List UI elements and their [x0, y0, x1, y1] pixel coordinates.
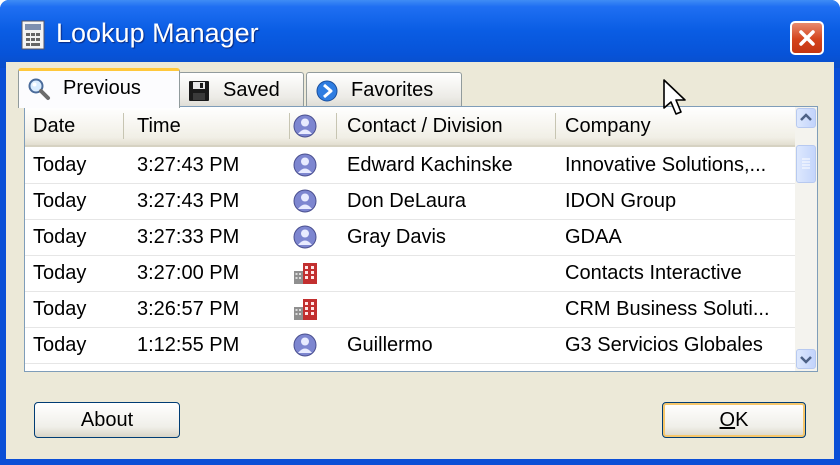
time-cell: 3:27:33 PM	[137, 226, 240, 248]
magnifier-icon	[28, 78, 50, 100]
time-cell: 1:12:55 PM	[137, 334, 240, 356]
date-cell: Today	[33, 262, 87, 284]
window-title: Lookup Manager	[56, 18, 259, 48]
scroll-thumb[interactable]	[796, 145, 816, 183]
date-cell: Today	[33, 298, 87, 320]
table-row[interactable]: Today 3:26:57 PM CRM Business Soluti...	[25, 291, 795, 328]
lookup-history-grid[interactable]: Date Time Contact / Division Company Tod…	[24, 106, 818, 372]
company-cell: Innovative Solutions,...	[565, 154, 767, 176]
contact-cell: Gray Davis	[347, 226, 446, 248]
time-cell: 3:27:43 PM	[137, 190, 240, 212]
contact-cell	[347, 291, 553, 327]
date-cell: Today	[33, 190, 87, 212]
table-row[interactable]: Today 1:12:55 PM Guillermo G3 Servicios Glo…	[25, 327, 795, 364]
company-cell: GDAA	[565, 226, 622, 248]
contact-icon	[293, 189, 317, 213]
contact-icon	[293, 333, 317, 357]
contact-cell	[347, 255, 553, 291]
tab-saved[interactable]: Saved	[178, 72, 304, 108]
scroll-down-button[interactable]	[796, 349, 816, 369]
column-header-contact-division[interactable]: Contact / Division	[339, 107, 557, 145]
table-row[interactable]: Today 3:27:43 PM Don DeLaura IDON Group	[25, 183, 795, 220]
company-cell: G3 Servicios Globales	[565, 334, 763, 356]
contact-icon	[293, 225, 317, 249]
contact-icon	[293, 153, 317, 177]
date-cell: Today	[33, 334, 87, 356]
column-divider[interactable]	[336, 113, 337, 139]
company-cell: CRM Business Soluti...	[565, 298, 770, 320]
type-cell	[291, 147, 335, 183]
mouse-cursor-icon	[663, 79, 686, 115]
title-bar[interactable]: Lookup Manager	[0, 0, 840, 68]
tab-previous[interactable]: Previous	[18, 68, 180, 108]
window-app-icon	[21, 20, 45, 50]
column-divider[interactable]	[123, 113, 124, 139]
company-icon	[294, 263, 317, 284]
column-header-date[interactable]: Date	[25, 107, 123, 145]
contact-cell: Don DeLaura	[347, 190, 466, 212]
company-icon	[294, 299, 317, 320]
about-button[interactable]: About	[34, 402, 180, 438]
time-cell: 3:26:57 PM	[137, 298, 240, 320]
window-client-area: Previous Saved Favorites Date Time Conta…	[6, 62, 834, 459]
contact-cell: Edward Kachinske	[347, 154, 513, 176]
table-row[interactable]: Today 3:27:00 PM Contacts Interactive	[25, 255, 795, 292]
tab-previous-label: Previous	[63, 77, 141, 99]
tab-saved-label: Saved	[223, 79, 280, 101]
table-row[interactable]: Today 3:27:33 PM Gray Davis GDAA	[25, 219, 795, 256]
blue-arrow-circle-icon	[316, 80, 338, 102]
type-cell	[291, 327, 335, 363]
ok-button[interactable]: OK	[662, 402, 806, 438]
scroll-up-button[interactable]	[796, 108, 816, 128]
floppy-disk-icon	[189, 81, 209, 101]
type-cell	[291, 219, 335, 255]
time-cell: 3:27:43 PM	[137, 154, 240, 176]
contact-icon	[293, 114, 317, 138]
column-divider[interactable]	[555, 113, 556, 139]
company-cell: IDON Group	[565, 190, 677, 212]
type-cell	[291, 255, 335, 291]
tab-favorites[interactable]: Favorites	[306, 72, 462, 108]
column-header-time[interactable]: Time	[129, 107, 289, 145]
ok-label-rest: K	[735, 409, 749, 431]
lookup-manager-window: Lookup Manager Previous Saved Favorites …	[0, 0, 840, 465]
table-row[interactable]: Today 3:27:43 PM Edward Kachinske Innovativ…	[25, 147, 795, 184]
date-cell: Today	[33, 226, 87, 248]
date-cell: Today	[33, 154, 87, 176]
company-cell: Contacts Interactive	[565, 262, 742, 284]
vertical-scrollbar[interactable]	[795, 107, 817, 371]
tab-favorites-label: Favorites	[351, 79, 434, 101]
chevron-up-icon	[800, 113, 812, 121]
contact-cell: Guillermo	[347, 334, 433, 356]
close-button[interactable]	[790, 21, 824, 55]
grip-icon	[802, 158, 810, 169]
type-cell	[291, 183, 335, 219]
type-cell	[291, 291, 335, 327]
chevron-down-icon	[800, 356, 812, 364]
time-cell: 3:27:00 PM	[137, 262, 240, 284]
column-header-type[interactable]	[290, 107, 336, 145]
close-icon	[799, 30, 815, 46]
ok-access-key: O	[719, 409, 736, 431]
